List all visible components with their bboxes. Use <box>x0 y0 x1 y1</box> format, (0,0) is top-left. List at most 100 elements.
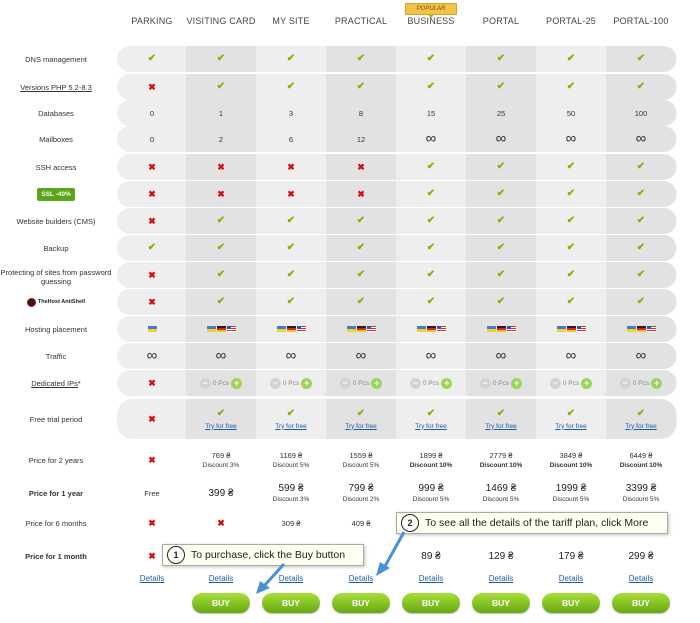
check-icon: ✔ <box>496 81 506 92</box>
check-icon: ✔ <box>566 407 576 419</box>
row-label-protect: Protecting of sites from password guessi… <box>0 268 112 286</box>
infinity-icon: ∞ <box>146 347 158 364</box>
infinity-icon: ∞ <box>635 130 647 147</box>
infinity-icon: ∞ <box>495 130 507 147</box>
plus-icon[interactable]: + <box>371 377 383 389</box>
details-link-parking[interactable]: Details <box>117 574 187 583</box>
row-trial: Free trial period ✖ ✔ Try for free ✔ Try f… <box>0 399 700 439</box>
details-link-visiting-card[interactable]: Details <box>186 574 256 583</box>
cross-icon: ✖ <box>148 188 156 199</box>
row-backup: Backup ✔ ✔ ✔ ✔ ✔ ✔ ✔ ✔ <box>0 235 700 261</box>
plan-header-portal-100: PORTAL-100 <box>613 16 669 26</box>
row-track <box>117 316 677 342</box>
buy-button-portal-25[interactable]: BUY <box>542 593 600 613</box>
row-label-price-1m: Price for 1 month <box>25 551 87 561</box>
value-cell: 50 <box>566 108 576 118</box>
try-free-link[interactable]: Try for free <box>345 423 377 430</box>
ukraine-flag-icon <box>416 326 426 332</box>
check-icon: ✔ <box>356 81 366 92</box>
row-label-php[interactable]: Versions PHP 5.2-8.3 <box>0 74 112 100</box>
try-free-link[interactable]: Try for free <box>485 423 517 430</box>
minus-icon[interactable]: − <box>339 377 351 389</box>
plus-icon[interactable]: + <box>231 377 243 389</box>
check-icon: ✔ <box>566 188 576 199</box>
try-free-link[interactable]: Try for free <box>205 423 237 430</box>
check-icon: ✔ <box>636 188 646 199</box>
minus-icon[interactable]: − <box>619 377 631 389</box>
check-icon: ✔ <box>566 269 576 280</box>
minus-icon[interactable]: − <box>549 377 561 389</box>
discount: Discount 10% <box>619 462 663 469</box>
buy-button-my-site[interactable]: BUY <box>262 593 320 613</box>
row-track: ✖ ✔ ✔ ✔ ✔ ✔ ✔ ✔ <box>117 289 677 315</box>
check-icon: ✔ <box>636 296 646 307</box>
buy-button-practical[interactable]: BUY <box>332 593 390 613</box>
infinity-icon: ∞ <box>565 347 577 364</box>
row-mailboxes: Mailboxes 0 2 6 12 ∞ ∞ ∞ ∞ <box>0 126 700 152</box>
plan-header-portal-25: PORTAL-25 <box>546 16 596 26</box>
row-label-antishell: TheHost AntiShell <box>0 289 112 315</box>
minus-icon[interactable]: − <box>479 377 491 389</box>
details-link-portal-100[interactable]: Details <box>606 574 676 583</box>
plus-icon[interactable]: + <box>651 377 663 389</box>
cross-icon: ✖ <box>148 81 156 92</box>
try-free-link[interactable]: Try for free <box>625 423 657 430</box>
row-dns: DNS management ✔ ✔ ✔ ✔ ✔ ✔ ✔ ✔ <box>0 46 700 72</box>
ip-stepper: −0 Pcs + <box>479 377 523 389</box>
plus-icon[interactable]: + <box>441 377 453 389</box>
check-icon: ✔ <box>286 81 296 92</box>
check-icon: ✔ <box>566 215 576 226</box>
buy-button-portal[interactable]: BUY <box>472 593 530 613</box>
ukraine-flag-icon <box>346 326 356 332</box>
value-cell: 1 <box>186 100 256 126</box>
row-databases: Databases 0 1 3 8 15 25 50 100 <box>0 100 700 126</box>
plan-header-practical: PRACTICAL <box>334 16 388 26</box>
value-cell: 2 <box>186 126 256 152</box>
arrow-icon <box>256 562 286 594</box>
usa-flag-icon <box>576 326 586 332</box>
buy-button-business[interactable]: BUY <box>402 593 460 613</box>
row-antishell: TheHost AntiShell ✖ ✔ ✔ ✔ ✔ ✔ ✔ ✔ <box>0 289 700 315</box>
check-icon: ✔ <box>636 161 646 172</box>
ip-stepper: −0 Pcs + <box>269 377 313 389</box>
check-icon: ✔ <box>496 269 506 280</box>
check-icon: ✔ <box>496 161 506 172</box>
try-free-link[interactable]: Try for free <box>555 423 587 430</box>
discount: Discount 5% <box>342 462 380 469</box>
germany-flag-icon <box>636 326 646 332</box>
discount: Discount 3% <box>272 496 310 503</box>
row-label-dns: DNS management <box>25 54 87 64</box>
buy-button-portal-100[interactable]: BUY <box>612 593 670 613</box>
check-icon: ✔ <box>216 215 226 226</box>
details-link-portal[interactable]: Details <box>466 574 536 583</box>
plus-icon[interactable]: + <box>581 377 593 389</box>
plus-icon[interactable]: + <box>511 377 523 389</box>
cross-icon: ✖ <box>217 188 225 199</box>
row-label-ips[interactable]: Dedicated IPs * <box>0 370 112 396</box>
usa-flag-icon <box>436 326 446 332</box>
cross-icon: ✖ <box>287 188 295 199</box>
details-link-portal-25[interactable]: Details <box>536 574 606 583</box>
cross-icon: ✖ <box>357 188 365 199</box>
minus-icon[interactable]: − <box>199 377 211 389</box>
discount: Discount 10% <box>479 462 523 469</box>
buy-button-visiting-card[interactable]: BUY <box>192 593 250 613</box>
discount: Discount 5% <box>552 496 590 503</box>
minus-icon[interactable]: − <box>409 377 421 389</box>
row-track: ✖ ✖ ✖ ✖ ✔ ✔ ✔ ✔ <box>117 154 677 180</box>
row-ips: Dedicated IPs * ✖ −0 Pcs + −0 Pcs + −0 Pcs… <box>0 370 700 396</box>
plus-icon[interactable]: + <box>301 377 313 389</box>
price: 1559 ₴ <box>349 451 373 460</box>
row-placement: Hosting placement <box>0 316 700 342</box>
check-icon: ✔ <box>496 53 506 64</box>
plan-header-portal: PORTAL <box>482 16 520 26</box>
usa-flag-icon <box>646 326 656 332</box>
minus-icon[interactable]: − <box>269 377 281 389</box>
try-free-link[interactable]: Try for free <box>415 423 447 430</box>
row-php: Versions PHP 5.2-8.3 ✖ ✔ ✔ ✔ ✔ ✔ ✔ ✔ <box>0 74 700 100</box>
try-free-link[interactable]: Try for free <box>275 423 307 430</box>
discount: Discount 5% <box>412 496 450 503</box>
check-icon: ✔ <box>426 407 436 419</box>
price: 1999 ₴ <box>555 483 587 494</box>
cross-icon: ✖ <box>148 215 156 226</box>
